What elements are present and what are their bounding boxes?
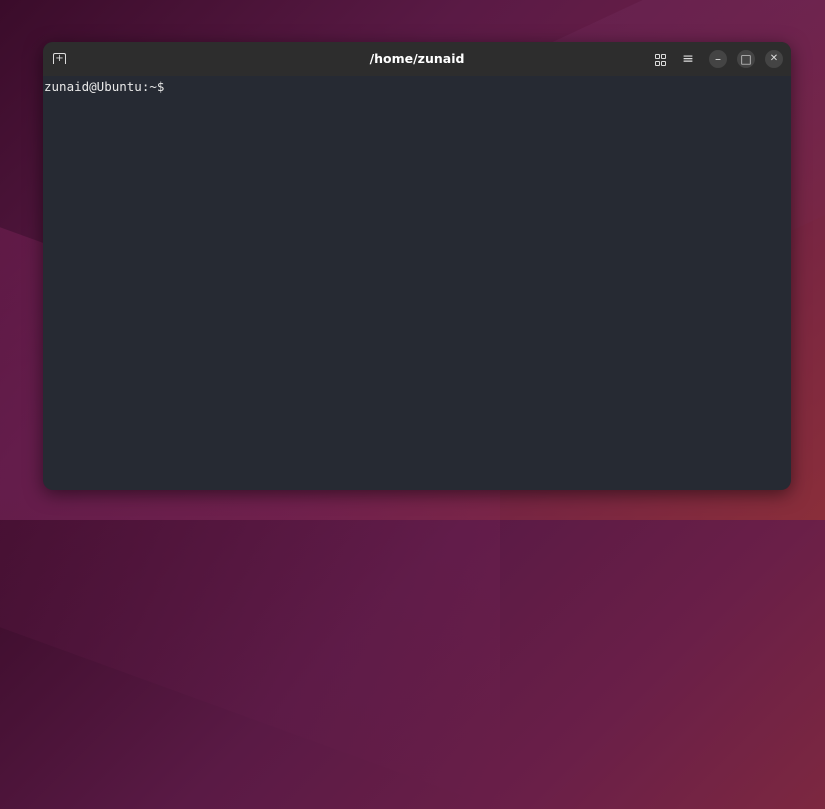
shell-prompt: zunaid@Ubuntu:~$ xyxy=(44,79,165,94)
terminal-window: + /home/zunaid ≡ – □ ✕ zunaid@Ubuntu:~$ xyxy=(43,42,791,490)
minimize-button[interactable]: – xyxy=(709,50,727,68)
title-bar[interactable]: + /home/zunaid ≡ – □ ✕ xyxy=(43,42,791,76)
terminal-area[interactable]: zunaid@Ubuntu:~$ xyxy=(43,76,791,97)
menu-icon[interactable]: ≡ xyxy=(679,50,697,68)
tab-overview-icon[interactable] xyxy=(651,50,669,68)
maximize-button[interactable]: □ xyxy=(737,50,755,68)
close-button[interactable]: ✕ xyxy=(765,50,783,68)
